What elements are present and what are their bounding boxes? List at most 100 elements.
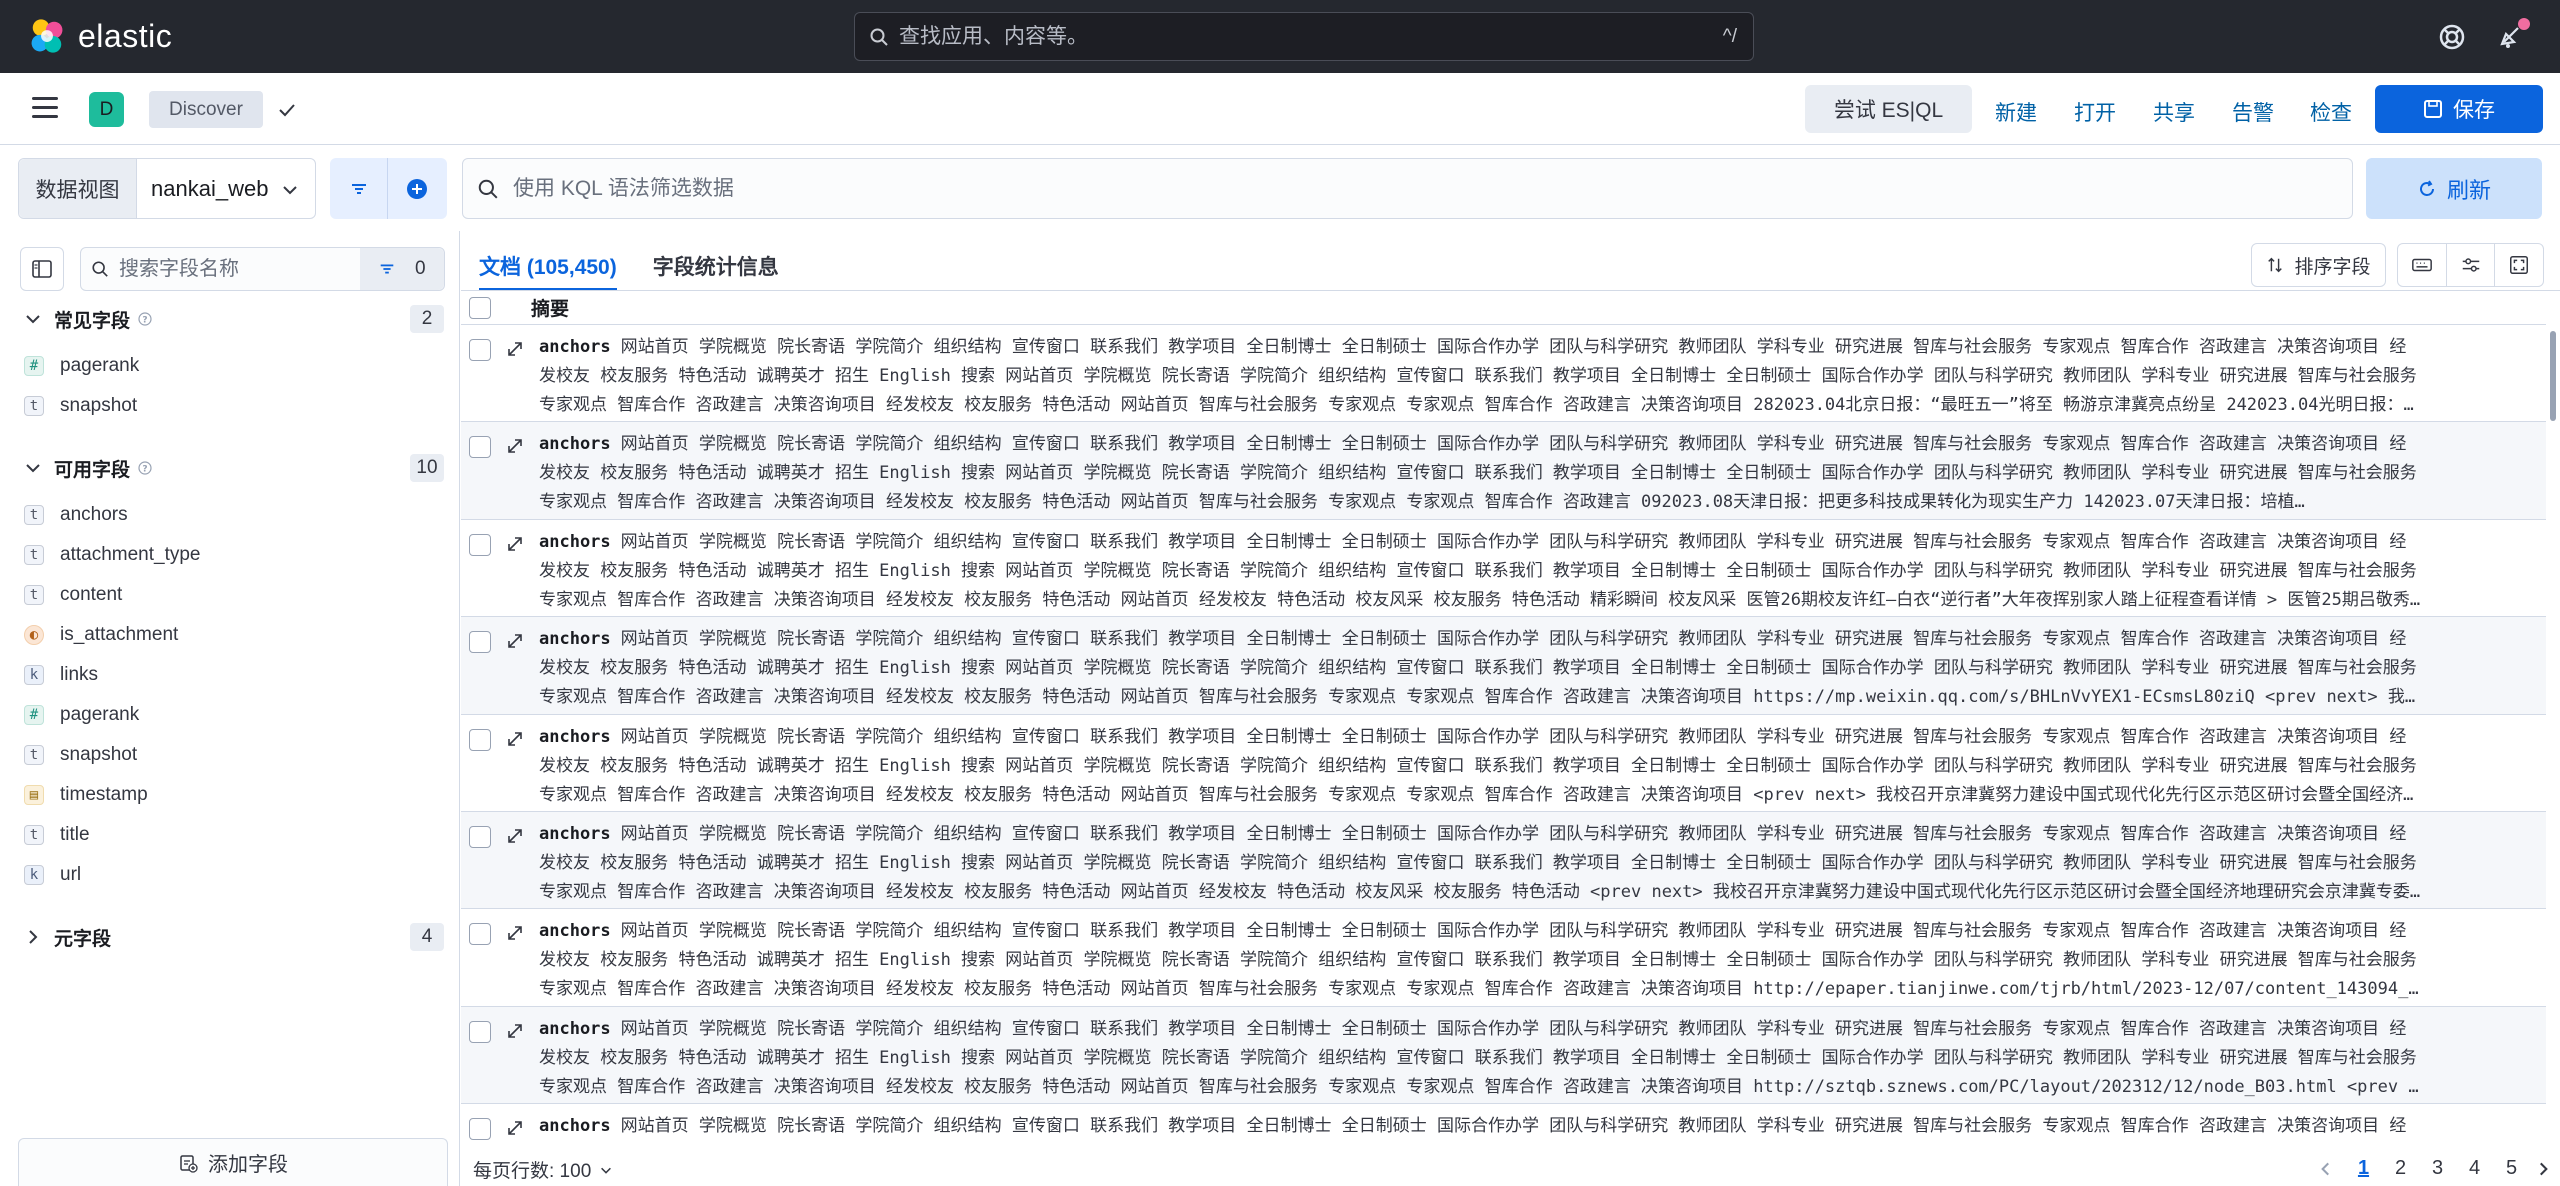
share-link[interactable]: 共享 — [2153, 97, 2195, 127]
expand-icon[interactable] — [505, 729, 525, 749]
field-name: anchors — [60, 504, 128, 525]
menu-toggle-icon[interactable] — [32, 97, 58, 119]
page-2[interactable]: 2 — [2382, 1157, 2419, 1180]
row-checkbox[interactable] — [469, 631, 491, 654]
field-is-attachment[interactable]: ◐ is_attachment — [24, 620, 178, 650]
page-1[interactable]: 1 — [2345, 1157, 2382, 1180]
filter-menu-button[interactable] — [330, 158, 388, 219]
page-5[interactable]: 5 — [2493, 1157, 2530, 1180]
text-type-icon: t — [24, 545, 44, 565]
global-search[interactable]: ^/ — [854, 12, 1754, 61]
row-checkbox[interactable] — [469, 923, 491, 946]
section-count: 2 — [410, 305, 444, 333]
number-type-icon: # — [24, 356, 44, 376]
alerts-link[interactable]: 告警 — [2232, 97, 2274, 127]
page-4[interactable]: 4 — [2456, 1157, 2493, 1180]
vertical-scrollbar[interactable] — [2546, 325, 2560, 1150]
notifications-icon[interactable] — [2496, 18, 2530, 52]
expand-icon[interactable] — [505, 534, 525, 554]
data-view-picker[interactable]: 数据视图 nankai_web — [18, 158, 316, 219]
field-value: 专家观点 智库合作 咨政建言 决策咨询项目 经发校友 校友服务 特色活动 网站首… — [539, 784, 2414, 805]
chevron-left-icon[interactable] — [2317, 1160, 2335, 1178]
try-esql-button[interactable]: 尝试 ES|QL — [1805, 85, 1972, 133]
collapse-sidebar-button[interactable] — [20, 247, 64, 291]
field-url[interactable]: k url — [24, 860, 81, 890]
field-snapshot[interactable]: t snapshot — [24, 391, 137, 421]
space-avatar[interactable]: D — [89, 92, 124, 127]
field-search-input[interactable] — [119, 257, 339, 281]
open-link[interactable]: 打开 — [2074, 97, 2116, 127]
field-links[interactable]: k links — [24, 660, 98, 690]
row-checkbox[interactable] — [469, 1118, 491, 1141]
inspect-link[interactable]: 检查 — [2310, 97, 2352, 127]
select-all-checkbox[interactable] — [469, 296, 491, 319]
add-field-button[interactable]: 添加字段 — [18, 1138, 448, 1186]
section-available-fields[interactable]: 可用字段 ? 10 — [24, 454, 444, 482]
field-snapshot[interactable]: t snapshot — [24, 740, 137, 770]
expand-icon[interactable] — [505, 923, 525, 943]
expand-icon[interactable] — [505, 826, 525, 846]
save-icon — [2424, 100, 2442, 118]
field-content[interactable]: t content — [24, 580, 122, 610]
field-title[interactable]: t title — [24, 820, 90, 850]
field-attachment-type[interactable]: t attachment_type — [24, 540, 200, 570]
expand-icon[interactable] — [505, 436, 525, 456]
keyboard-shortcuts-button[interactable] — [2398, 244, 2447, 286]
fullscreen-button[interactable] — [2495, 244, 2543, 286]
help-icon[interactable]: ? — [138, 312, 152, 326]
add-field-icon — [180, 1154, 198, 1173]
sort-fields-button[interactable]: 排序字段 — [2251, 243, 2386, 287]
refresh-button[interactable]: 刷新 — [2366, 158, 2542, 219]
field-anchors[interactable]: t anchors — [24, 500, 128, 530]
new-link[interactable]: 新建 — [1995, 97, 2037, 127]
help-icon[interactable]: ? — [138, 461, 152, 475]
table-row: anchors 网站首页 学院概览 院长寄语 学院简介 组织结构 宣传窗口 联系我… — [461, 1104, 2546, 1150]
field-name: snapshot — [60, 395, 138, 416]
field-value: 网站首页 学院概览 院长寄语 学院简介 组织结构 宣传窗口 联系我们 教学项目 … — [620, 629, 2407, 650]
elastic-logo[interactable]: elastic — [28, 17, 172, 55]
chevron-right-icon[interactable] — [2534, 1160, 2552, 1178]
field-value: 发校友 校友服务 特色活动 诚聘英才 招生 English 搜索 网站首页 学院… — [539, 658, 2417, 679]
section-meta-fields[interactable]: 元字段 4 — [24, 923, 444, 951]
section-popular-fields[interactable]: 常见字段 ? 2 — [24, 305, 444, 333]
display-settings-button[interactable] — [2447, 244, 2496, 286]
row-checkbox[interactable] — [469, 1020, 491, 1043]
rows-per-page-select[interactable]: 每页行数: 100 — [473, 1156, 613, 1183]
help-icon[interactable] — [2437, 22, 2467, 52]
field-value: 网站首页 学院概览 院长寄语 学院简介 组织结构 宣传窗口 联系我们 教学项目 … — [620, 337, 2407, 357]
field-timestamp[interactable]: ▤ timestamp — [24, 780, 148, 810]
row-checkbox[interactable] — [469, 339, 491, 361]
field-search[interactable]: 0 — [80, 247, 445, 291]
column-header-summary[interactable]: 摘要 — [531, 294, 569, 321]
field-key: anchors — [539, 337, 611, 357]
tab-field-statistics[interactable]: 字段统计信息 — [653, 251, 779, 291]
field-pagerank[interactable]: # pagerank — [24, 700, 139, 730]
expand-icon[interactable] — [505, 1021, 525, 1041]
page-3[interactable]: 3 — [2419, 1157, 2456, 1180]
tab-documents[interactable]: 文档 (105,450) — [479, 251, 617, 291]
refresh-icon — [2420, 179, 2434, 196]
row-checkbox[interactable] — [469, 436, 491, 459]
expand-icon[interactable] — [505, 339, 525, 359]
expand-icon[interactable] — [505, 1118, 525, 1138]
save-button[interactable]: 保存 — [2375, 85, 2543, 133]
kql-query-field[interactable] — [462, 158, 2353, 219]
add-filter-button[interactable] — [388, 158, 446, 219]
field-pagerank[interactable]: # pagerank — [24, 351, 139, 381]
text-type-icon: t — [24, 396, 44, 416]
field-name: attachment_type — [60, 544, 201, 565]
scrollbar-thumb[interactable] — [2550, 331, 2556, 421]
text-type-icon: t — [24, 505, 44, 525]
field-key: anchors — [539, 434, 611, 455]
chevron-down-icon — [601, 1167, 612, 1174]
global-search-input[interactable] — [899, 24, 1659, 49]
row-checkbox[interactable] — [469, 728, 491, 751]
row-checkbox[interactable] — [469, 533, 491, 556]
field-value: 发校友 校友服务 特色活动 诚聘英才 招生 English 搜索 网站首页 学院… — [539, 463, 2417, 484]
table-row: anchors 网站首页 学院概览 院长寄语 学院简介 组织结构 宣传窗口 联系我… — [461, 1006, 2546, 1105]
breadcrumb-discover[interactable]: Discover — [149, 91, 263, 128]
expand-icon[interactable] — [505, 631, 525, 651]
row-checkbox[interactable] — [469, 825, 491, 848]
kql-query-input[interactable] — [513, 176, 2213, 201]
field-filter-button[interactable]: 0 — [360, 248, 444, 290]
